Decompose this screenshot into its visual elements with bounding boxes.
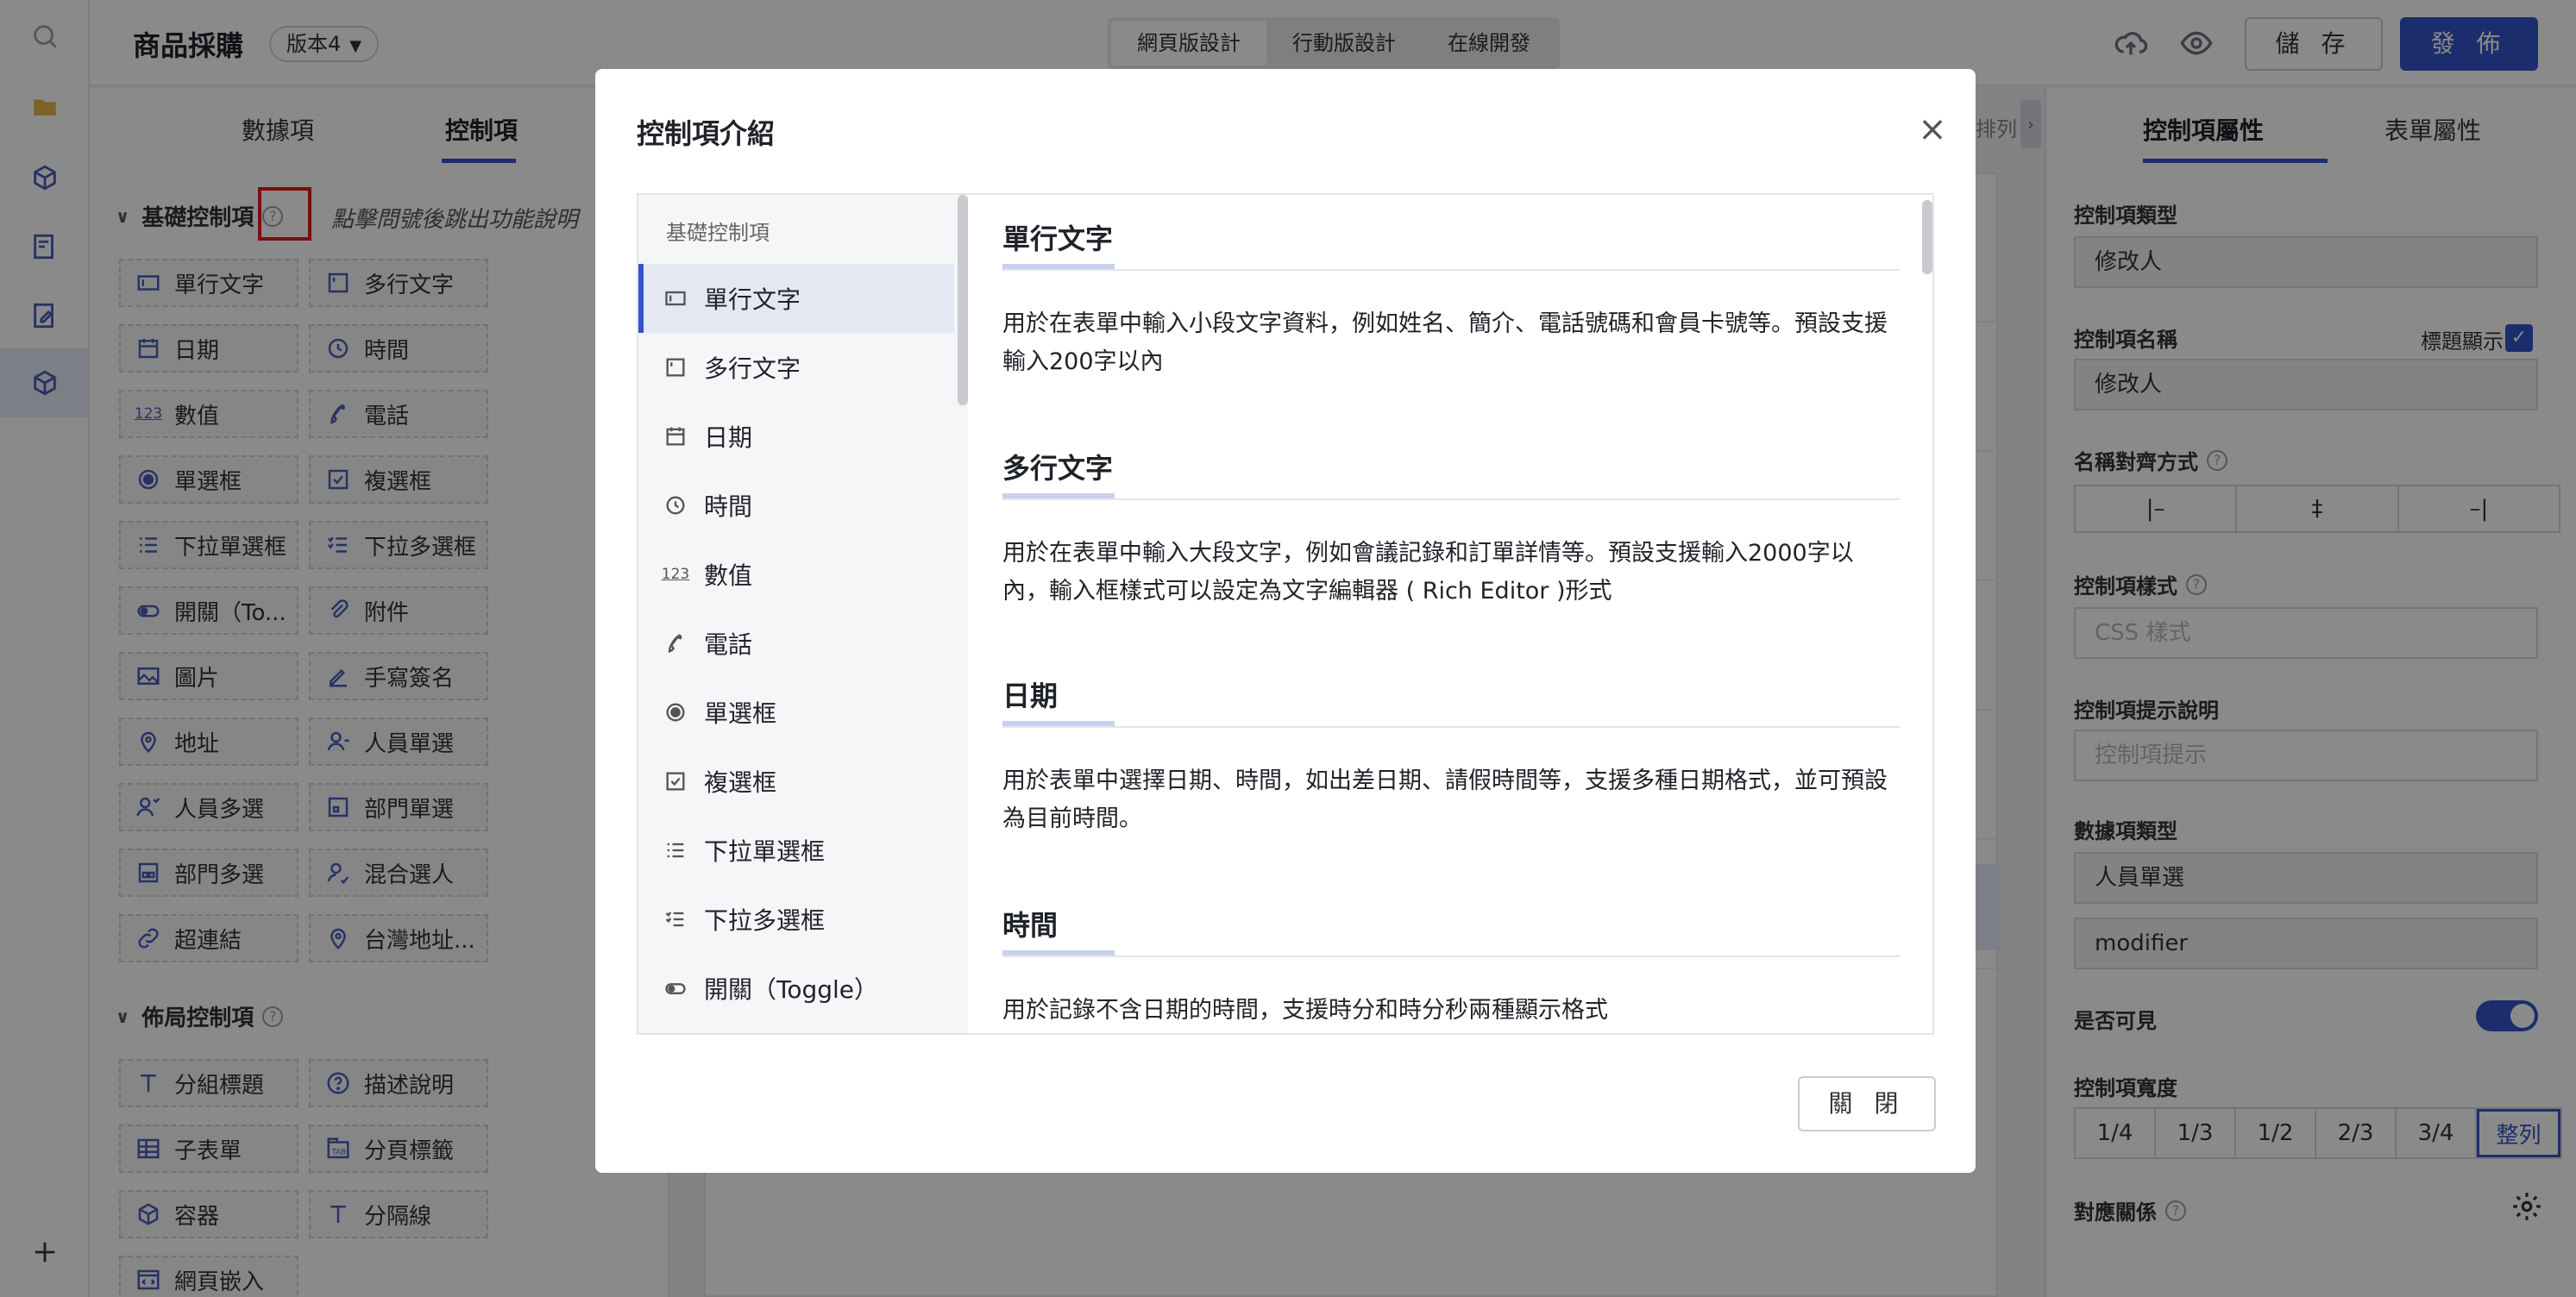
section-description: 用於表單中選擇日期、時間，如出差日期、請假時間等，支援多種日期格式，並可預設為目… bbox=[1002, 768, 1888, 832]
nav-item[interactable]: 複選框 bbox=[638, 747, 954, 816]
nav-item[interactable]: 下拉多選框 bbox=[638, 885, 954, 954]
nav-item-label: 開關（Toggle） bbox=[704, 975, 879, 1004]
section-title: 日期 bbox=[1002, 680, 1059, 712]
section-divider bbox=[1002, 726, 1900, 728]
dropdown-multi-icon bbox=[663, 906, 688, 932]
nav-group-label: 基礎控制項 bbox=[666, 221, 770, 245]
nav-item-label: 時間 bbox=[704, 492, 753, 521]
calendar-icon bbox=[663, 423, 688, 449]
nav-item[interactable]: 時間 bbox=[638, 471, 954, 540]
section-description: 用於在表單中輸入小段文字資料，例如姓名、簡介、電話號碼和會員卡號等。預設支援輸入… bbox=[1002, 310, 1888, 375]
nav-item-label: 數值 bbox=[704, 561, 753, 590]
nav-item[interactable]: 開關（Toggle） bbox=[638, 954, 954, 1023]
nav-scrollbar[interactable] bbox=[958, 195, 968, 405]
toggle-icon bbox=[663, 975, 688, 1001]
section-title: 單行文字 bbox=[1002, 222, 1114, 255]
clock-icon bbox=[663, 492, 688, 518]
nav-item-label: 多行文字 bbox=[704, 354, 801, 383]
nav-item[interactable]: 多行文字 bbox=[638, 333, 954, 402]
nav-item-label: 電話 bbox=[704, 630, 753, 659]
controls-intro-dialog: 控制項介紹 × 基礎控制項 單行文字 多行文字 日期 時間 123 數值 電話 單選框 複選框下… bbox=[595, 69, 1976, 1173]
number-icon: 123 bbox=[661, 566, 690, 583]
nav-item-label: 下拉單選框 bbox=[704, 837, 826, 866]
section-divider bbox=[1002, 269, 1900, 271]
radio-icon bbox=[663, 699, 688, 725]
nav-item[interactable]: 單選框 bbox=[638, 678, 954, 747]
content-scrollbar[interactable] bbox=[1922, 200, 1932, 274]
nav-item[interactable]: 123 數值 bbox=[638, 540, 954, 609]
intro-section: 單行文字用於在表單中輸入小段文字資料，例如姓名、簡介、電話號碼和會員卡號等。預設… bbox=[1002, 217, 1900, 381]
intro-section: 多行文字用於在表單中輸入大段文字，例如會議記錄和訂單詳情等。預設支援輸入2000… bbox=[1002, 447, 1900, 611]
section-title: 時間 bbox=[1002, 909, 1059, 942]
section-description: 用於在表單中輸入大段文字，例如會議記錄和訂單詳情等。預設支援輸入2000字以內，… bbox=[1002, 540, 1854, 605]
nav-item[interactable]: 日期 bbox=[638, 402, 954, 471]
dialog-nav: 基礎控制項 單行文字多行文字日期時間 123 數值電話單選框複選框下拉單選框下拉多選… bbox=[638, 195, 968, 1033]
close-button[interactable]: 關 閉 bbox=[1798, 1076, 1936, 1131]
nav-item-label: 單行文字 bbox=[704, 285, 801, 314]
nav-item-label: 複選框 bbox=[704, 768, 777, 797]
dropdown-single-icon bbox=[663, 837, 688, 863]
nav-item[interactable]: 電話 bbox=[638, 609, 954, 678]
nav-item-label: 下拉多選框 bbox=[704, 906, 826, 935]
nav-item-label: 日期 bbox=[704, 423, 753, 452]
dialog-content: 單行文字用於在表單中輸入小段文字資料，例如姓名、簡介、電話號碼和會員卡號等。預設… bbox=[968, 195, 1932, 1033]
multi-line-text-icon bbox=[663, 354, 688, 380]
section-description: 用於記錄不含日期的時間，支援時分和時分秒兩種顯示格式 bbox=[1002, 997, 1608, 1024]
section-title: 多行文字 bbox=[1002, 452, 1114, 485]
single-line-text-icon bbox=[663, 285, 688, 311]
intro-section: 時間用於記錄不含日期的時間，支援時分和時分秒兩種顯示格式 bbox=[1002, 904, 1900, 1030]
phone-icon bbox=[663, 630, 688, 656]
intro-section: 日期用於表單中選擇日期、時間，如出差日期、請假時間等，支援多種日期格式，並可預設… bbox=[1002, 674, 1900, 838]
section-divider bbox=[1002, 956, 1900, 957]
close-icon[interactable]: × bbox=[1915, 112, 1950, 147]
dialog-title: 控制項介紹 bbox=[637, 117, 776, 150]
nav-item-label: 單選框 bbox=[704, 699, 777, 728]
dialog-body: 基礎控制項 單行文字 多行文字 日期 時間 123 數值 電話 單選框 複選框 下拉單選框 下拉多選… bbox=[637, 193, 1934, 1035]
checkbox-icon bbox=[663, 768, 688, 794]
nav-item[interactable]: 下拉單選框 bbox=[638, 816, 954, 885]
nav-item[interactable]: 單行文字 bbox=[638, 264, 954, 333]
section-divider bbox=[1002, 498, 1900, 500]
